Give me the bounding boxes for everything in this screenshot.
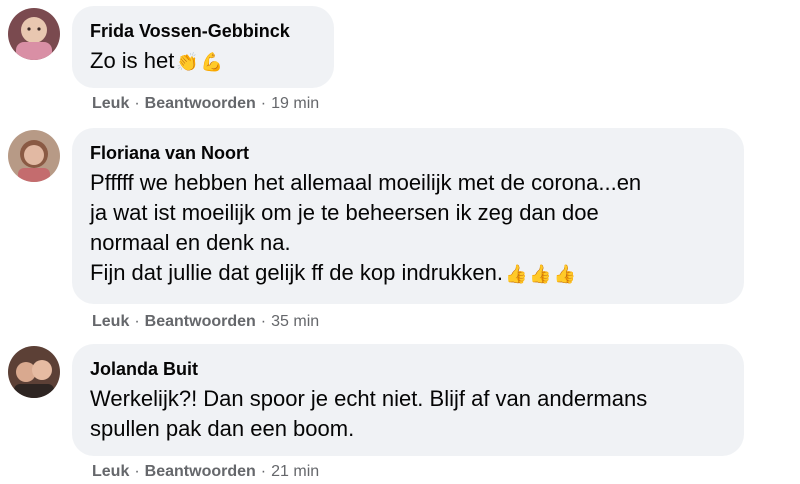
comment-timestamp[interactable]: 21 min — [271, 463, 319, 480]
comment-text: Pfffff we hebben het allemaal moeilijk m… — [90, 168, 726, 289]
comment-actions: Leuk · Beantwoorden · 19 min — [92, 94, 319, 114]
thumbs-up-icon: 👍 — [553, 264, 577, 285]
thumbs-up-icon: 👍 — [529, 264, 552, 285]
comment-bubble: Floriana van Noort Pfffff we hebben het … — [72, 128, 744, 304]
comment-author[interactable]: Floriana van Noort — [90, 142, 726, 164]
like-button[interactable]: Leuk — [92, 463, 129, 480]
thumbs-up-icon: 👍 — [504, 264, 528, 285]
reply-button[interactable]: Beantwoorden — [145, 463, 256, 480]
comment-author[interactable]: Jolanda Buit — [90, 358, 726, 380]
comment-text: Zo is het 👏 💪 — [90, 46, 316, 77]
comment-body: Zo is het — [90, 48, 175, 73]
reply-button[interactable]: Beantwoorden — [145, 95, 256, 112]
avatar[interactable] — [8, 8, 60, 60]
like-button[interactable]: Leuk — [92, 95, 129, 112]
avatar-image-icon — [8, 346, 60, 398]
flexed-biceps-icon: 💪 — [200, 52, 224, 73]
comment-timestamp[interactable]: 35 min — [271, 313, 319, 330]
comment-text: Werkelijk?! Dan spoor je echt niet. Blij… — [90, 386, 648, 441]
reply-button[interactable]: Beantwoorden — [145, 313, 256, 330]
separator-dot: · — [260, 313, 267, 330]
separator-dot: · — [134, 463, 140, 480]
separator-dot: · — [134, 313, 140, 330]
avatar-image-icon — [8, 8, 60, 60]
avatar[interactable] — [8, 346, 60, 398]
like-button[interactable]: Leuk — [92, 313, 129, 330]
separator-dot: · — [260, 95, 267, 112]
separator-dot: · — [134, 95, 140, 112]
comment-bubble: Frida Vossen-Gebbinck Zo is het 👏 💪 — [72, 6, 334, 88]
comment-timestamp[interactable]: 19 min — [271, 95, 319, 112]
avatar-image-icon — [8, 130, 60, 182]
clapping-hands-icon: 👏 — [176, 52, 199, 73]
avatar[interactable] — [8, 130, 60, 182]
comment-actions: Leuk · Beantwoorden · 21 min — [92, 462, 319, 482]
comment-author[interactable]: Frida Vossen-Gebbinck — [90, 20, 316, 42]
separator-dot: · — [260, 463, 267, 480]
comment-actions: Leuk · Beantwoorden · 35 min — [92, 312, 319, 332]
comment-bubble: Jolanda Buit Werkelijk?! Dan spoor je ec… — [72, 344, 744, 456]
